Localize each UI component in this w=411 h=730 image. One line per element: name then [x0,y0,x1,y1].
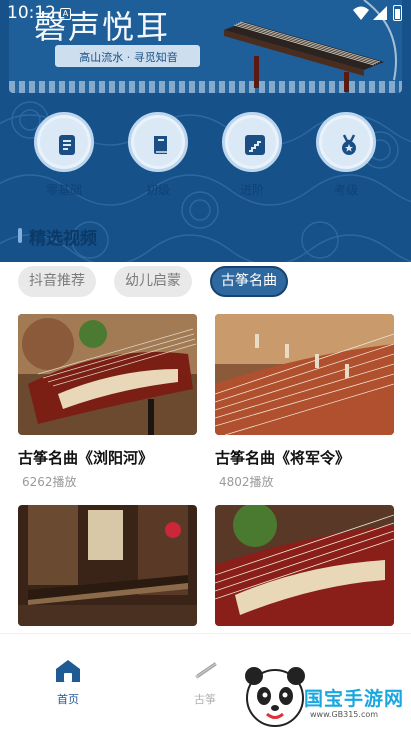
guzheng-icon [195,662,217,679]
status-time: 10:12 [7,3,56,23]
tab-kids-enlightenment[interactable]: 幼儿启蒙 [114,266,192,297]
tab-famous-pieces[interactable]: 古筝名曲 [210,266,288,297]
section-accent-bar [18,228,22,243]
video-card[interactable] [18,505,197,626]
guzheng-thumbnail-image [215,314,394,435]
video-thumbnail[interactable] [18,314,197,435]
video-card[interactable]: 古筝名曲《将军令》 4802播放 [215,314,394,490]
header-background: 磬声悦耳 高山流水 · 寻觅知音 10:12 A 零基础 初级 进阶 考级 精选… [0,0,411,262]
watermark-url: www.GB315.com [310,710,379,719]
video-card[interactable]: 古筝名曲《浏阳河》 6262播放 [18,314,197,490]
guzheng-room-thumbnail-image [18,505,197,626]
video-play-count: 6262播放 [22,475,77,489]
category-circle [34,112,94,172]
signal-icon [373,6,387,20]
category-label: 进阶 [239,183,264,197]
category-label: 初级 [145,183,170,197]
category-circle [316,112,376,172]
tab-douyin-recommend[interactable]: 抖音推荐 [18,266,96,297]
app-screen: 磬声悦耳 高山流水 · 寻觅知音 10:12 A 零基础 初级 进阶 考级 精选… [0,0,411,730]
category-exam[interactable]: 考级 [316,112,376,198]
video-card[interactable] [215,505,394,626]
video-filter-tabs: 抖音推荐 幼儿启蒙 古筝名曲 [0,263,411,303]
category-label: 考级 [333,183,358,197]
section-title: 精选视频 [29,229,97,249]
banner-subtitle: 高山流水 · 寻觅知音 [79,51,178,64]
nav-home[interactable]: 首页 [38,659,98,707]
medal-icon [342,134,356,155]
video-thumbnail[interactable] [215,314,394,435]
video-play-count: 4802播放 [219,475,274,489]
watermark: 国宝手游网 www.GB315.com [228,660,411,730]
status-bar: 10:12 A [0,0,411,28]
category-row: 零基础 初级 进阶 考级 [0,112,411,202]
category-elementary[interactable]: 初级 [128,112,188,198]
watermark-brand: 国宝手游网 [304,688,405,710]
video-title: 古筝名曲《浏阳河》 [18,449,154,467]
stairs-icon [245,135,265,155]
video-thumbnail[interactable] [18,505,197,626]
guzheng-closeup-thumbnail-image [215,505,394,626]
document-icon [59,135,75,155]
video-title: 古筝名曲《将军令》 [215,449,351,467]
battery-icon [393,5,402,21]
notification-icon: A [60,8,71,20]
banner-subtitle-box: 高山流水 · 寻觅知音 [55,45,200,67]
book-icon [154,136,167,154]
category-beginner[interactable]: 零基础 [34,112,94,198]
video-thumbnail[interactable] [215,505,394,626]
wifi-icon [353,6,369,20]
nav-guzheng-label: 古筝 [194,693,216,706]
category-circle [222,112,282,172]
guzheng-thumbnail-image [18,314,197,435]
category-label: 零基础 [45,183,82,197]
panda-logo-icon [245,667,305,727]
nav-guzheng[interactable]: 古筝 [175,659,235,707]
category-advanced[interactable]: 进阶 [222,112,282,198]
category-circle [128,112,188,172]
home-icon [56,660,80,682]
nav-home-label: 首页 [57,693,79,706]
